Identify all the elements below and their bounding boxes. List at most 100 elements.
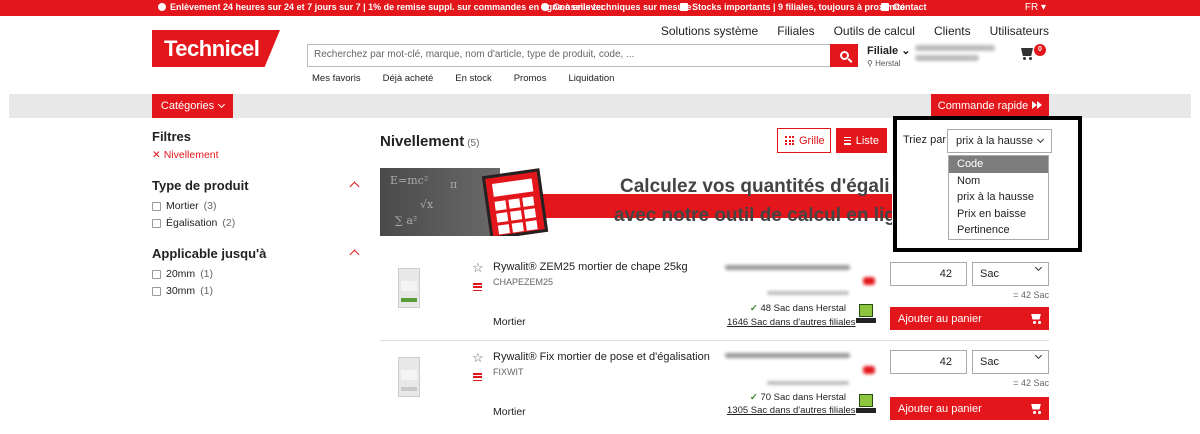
top-navigation: Solutions système Filiales Outils de cal…	[661, 24, 1049, 38]
filter-option[interactable]: Mortier (3)	[152, 200, 362, 212]
check-icon: ✓	[749, 303, 758, 314]
subnav-already-bought[interactable]: Déjà acheté	[383, 73, 434, 84]
cart-icon[interactable]	[1019, 48, 1035, 60]
unit-select[interactable]: Sac	[972, 262, 1049, 286]
add-to-list-icon[interactable]	[473, 373, 482, 381]
checkbox[interactable]	[152, 218, 161, 228]
top-info-bar: Enlèvement 24 heures sur 24 et 7 jours s…	[0, 0, 1200, 16]
chevron-down-icon	[1034, 351, 1043, 360]
page-title: Nivellement (5)	[380, 133, 480, 150]
checkbox[interactable]	[152, 269, 161, 279]
price-blurred	[725, 265, 850, 270]
subnav-promos[interactable]: Promos	[514, 73, 547, 84]
info-stock: Stocks importants | 9 filiales, toujours…	[680, 2, 905, 12]
categories-button[interactable]: Catégories	[152, 94, 233, 118]
quantity-equivalent: = 42 Sac	[1013, 378, 1049, 388]
product-code: FIXWIT	[493, 367, 524, 377]
product-image[interactable]	[398, 268, 420, 308]
sub-navigation: Mes favoris Déjà acheté En stock Promos …	[312, 73, 636, 84]
branch-selector[interactable]: Filiale ⌄ ⚲ Herstal	[867, 44, 910, 68]
info-contact[interactable]: Contact	[881, 2, 927, 12]
clock-icon	[158, 3, 166, 11]
add-to-list-icon[interactable]	[473, 283, 482, 291]
list-icon	[844, 136, 851, 145]
nav-solutions[interactable]: Solutions système	[661, 24, 758, 38]
branch-location: Herstal	[875, 59, 901, 68]
active-filter-remove[interactable]: ✕ Nivellement	[152, 149, 362, 161]
quantity-input[interactable]: 42	[890, 350, 967, 374]
subnav-in-stock[interactable]: En stock	[455, 73, 491, 84]
pallet-stock-icon	[856, 393, 876, 415]
price-blurred	[725, 353, 850, 358]
chevron-up-icon	[349, 181, 360, 192]
chevron-down-icon: ⌄	[901, 45, 911, 57]
checkbox[interactable]	[152, 201, 161, 211]
price-badge-blurred	[863, 277, 875, 285]
stock-other-branches[interactable]: 1305 Sac dans d'autres filiales	[727, 405, 856, 416]
search-icon	[839, 51, 849, 60]
pallet-stock-icon	[856, 303, 876, 325]
calculator-promo-banner[interactable]: E=mc² √x π ∑ a² Calculez vos quantités d'ég…	[380, 168, 892, 236]
checkbox[interactable]	[152, 286, 161, 296]
check-icon: ✓	[749, 392, 758, 403]
list-view-button[interactable]: Liste	[836, 128, 887, 153]
grid-view-button[interactable]: Grille	[777, 128, 831, 153]
language-selector[interactable]: FR ▾	[1025, 2, 1046, 13]
chevron-down-icon	[1034, 263, 1043, 272]
chevron-up-icon	[349, 249, 360, 260]
highlight-box	[893, 116, 1082, 252]
stock-local: ✓ 48 Sac dans Herstal	[749, 303, 846, 314]
product-category: Mortier	[493, 316, 526, 328]
row-divider	[380, 340, 1049, 341]
add-to-cart-button[interactable]: Ajouter au panier	[890, 397, 1049, 420]
info-advice: Conseils techniques sur mesure	[541, 2, 692, 12]
result-count: (5)	[467, 138, 480, 149]
product-name[interactable]: Rywalit® Fix mortier de pose et d'égalis…	[493, 351, 710, 363]
fast-forward-icon	[1032, 100, 1043, 112]
quantity-equivalent: = 42 Sac	[1013, 290, 1049, 300]
truck-icon	[680, 3, 688, 11]
cart-count-badge: 0	[1034, 44, 1046, 56]
price-badge-blurred	[863, 366, 875, 374]
calculator-icon	[481, 168, 549, 236]
chevron-down-icon	[218, 100, 226, 109]
add-to-cart-button[interactable]: Ajouter au panier	[890, 307, 1049, 330]
stock-other-branches[interactable]: 1646 Sac dans d'autres filiales	[727, 317, 856, 328]
search-input[interactable]: Recherchez par mot-clé, marque, nom d'ar…	[308, 45, 830, 66]
product-name[interactable]: Rywalit® ZEM25 mortier de chape 25kg	[493, 261, 688, 273]
location-pin-icon: ⚲	[867, 59, 873, 68]
nav-users[interactable]: Utilisateurs	[990, 24, 1049, 38]
banner-line-1: Calculez vos quantités d'égali	[620, 176, 890, 197]
user-account-blurred[interactable]	[915, 45, 997, 63]
banner-line-2: avec notre outil de calcul en lig	[614, 205, 892, 226]
quick-order-button[interactable]: Commande rapide	[931, 94, 1049, 118]
quantity-input[interactable]: 42	[890, 262, 967, 286]
filter-option[interactable]: 20mm (1)	[152, 268, 362, 280]
branch-label: Filiale	[867, 45, 899, 57]
grid-icon	[785, 136, 794, 145]
nav-calc-tools[interactable]: Outils de calcul	[834, 24, 915, 38]
filter-option[interactable]: Égalisation (2)	[152, 217, 362, 229]
subnav-favorites[interactable]: Mes favoris	[312, 73, 361, 84]
filter-group-applicable[interactable]: Applicable jusqu'à	[152, 246, 362, 261]
gear-icon	[541, 3, 549, 11]
cart-icon	[1030, 313, 1041, 324]
logo[interactable]: Technicel	[152, 30, 280, 67]
search-button[interactable]	[830, 44, 858, 67]
unit-price-blurred	[767, 381, 849, 385]
mail-icon	[881, 3, 889, 11]
nav-clients[interactable]: Clients	[934, 24, 971, 38]
filter-group-product-type[interactable]: Type de produit	[152, 178, 362, 193]
search-bar: Recherchez par mot-clé, marque, nom d'ar…	[307, 44, 858, 67]
product-row: ☆ Rywalit® ZEM25 mortier de chape 25kg C…	[380, 248, 1049, 338]
nav-filiales[interactable]: Filiales	[777, 24, 814, 38]
favorite-star-icon[interactable]: ☆	[472, 351, 484, 364]
unit-select[interactable]: Sac	[972, 350, 1049, 374]
product-image[interactable]	[398, 357, 420, 397]
unit-price-blurred	[767, 291, 849, 295]
subnav-liquidation[interactable]: Liquidation	[568, 73, 614, 84]
favorite-star-icon[interactable]: ☆	[472, 261, 484, 274]
cart-icon	[1030, 403, 1041, 414]
filter-option[interactable]: 30mm (1)	[152, 285, 362, 297]
product-code: CHAPEZEM25	[493, 277, 554, 287]
